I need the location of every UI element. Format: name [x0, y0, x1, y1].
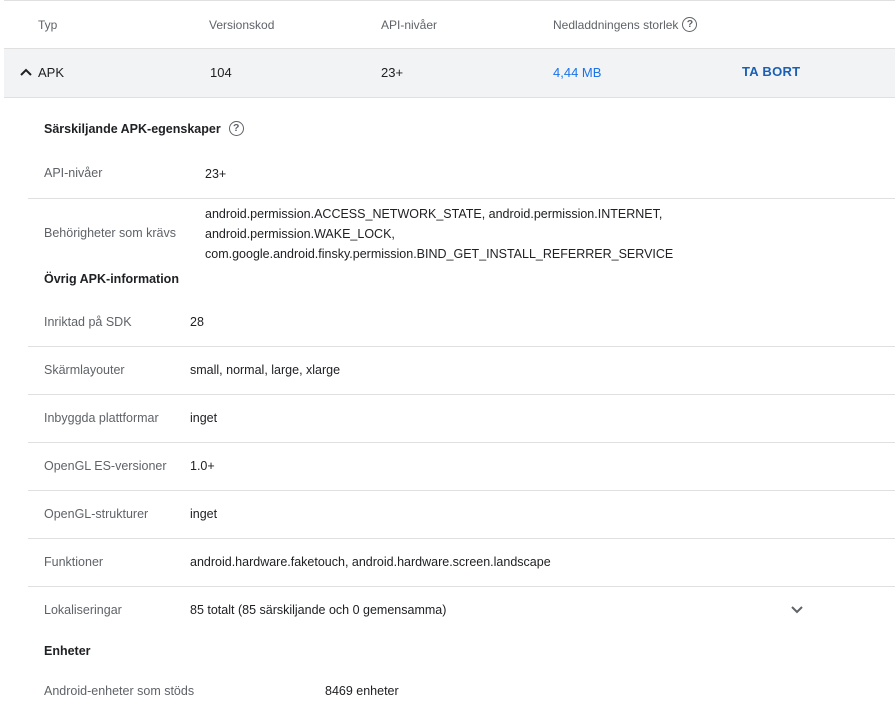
- distinct-api-label: API-nivåer: [44, 166, 103, 180]
- info-label: OpenGL-strukturer: [44, 507, 149, 521]
- distinct-properties-title-text: Särskiljande APK-egenskaper: [44, 122, 221, 136]
- header-api-levels: API-nivåer: [381, 18, 438, 32]
- help-circle-icon[interactable]: ?: [228, 121, 244, 137]
- chevron-down-icon[interactable]: [790, 605, 804, 615]
- info-value: small, normal, large, xlarge: [190, 363, 341, 377]
- chevron-up-icon[interactable]: [19, 67, 33, 77]
- info-row-native-platforms: Inbyggda plattformar inget: [28, 395, 895, 443]
- info-value: 1.0+: [190, 459, 215, 473]
- distinct-row-api: API-nivåer 23+: [28, 150, 895, 199]
- header-version-code: Versionskod: [209, 18, 275, 32]
- apk-row[interactable]: APK 104 23+ 4,44 MB TA BORT: [4, 48, 895, 98]
- info-label: Inriktad på SDK: [44, 315, 132, 329]
- help-circle-icon[interactable]: ?: [682, 17, 698, 33]
- apk-download-size: 4,44 MB: [553, 65, 602, 80]
- devices-title: Enheter: [44, 644, 91, 658]
- permissions-line: com.google.android.finsky.permission.BIN…: [205, 247, 674, 261]
- info-value: inget: [190, 507, 218, 521]
- permissions-line: android.permission.WAKE_LOCK,: [205, 227, 395, 241]
- info-row-localizations[interactable]: Lokaliseringar 85 totalt (85 särskiljand…: [28, 587, 895, 633]
- info-row-features: Funktioner android.hardware.faketouch, a…: [28, 539, 895, 587]
- distinct-api-value: 23+: [205, 167, 227, 181]
- info-label: OpenGL ES-versioner: [44, 459, 167, 473]
- apk-table-header: Typ Versionskod API-nivåer Nedladdningen…: [4, 0, 895, 48]
- header-download-size-label: Nedladdningens storlek: [553, 18, 679, 32]
- apk-version-code: 104: [210, 65, 232, 80]
- devices-row-supported: Android-enheter som stöds 8469 enheter: [28, 670, 895, 714]
- info-row-screen-layouts: Skärmlayouter small, normal, large, xlar…: [28, 347, 895, 395]
- header-download-size: Nedladdningens storlek?: [553, 17, 698, 33]
- info-value: 85 totalt (85 särskiljande och 0 gemensa…: [190, 603, 447, 617]
- info-value: android.hardware.faketouch, android.hard…: [190, 555, 551, 569]
- distinct-row-permissions: Behörigheter som krävs android.permissio…: [28, 199, 895, 263]
- remove-button[interactable]: TA BORT: [742, 64, 800, 79]
- other-info-title: Övrig APK-information: [44, 272, 179, 286]
- info-label: Skärmlayouter: [44, 363, 125, 377]
- info-label: Lokaliseringar: [44, 603, 122, 617]
- permissions-line: android.permission.ACCESS_NETWORK_STATE,…: [205, 207, 663, 221]
- info-row-opengl-es: OpenGL ES-versioner 1.0+: [28, 443, 895, 491]
- permissions-value: android.permission.ACCESS_NETWORK_STATE,…: [205, 204, 673, 264]
- info-label: Inbyggda plattformar: [44, 411, 159, 425]
- apk-api-levels: 23+: [381, 65, 404, 80]
- header-type: Typ: [38, 18, 58, 32]
- info-row-target-sdk: Inriktad på SDK 28: [28, 298, 895, 347]
- info-row-opengl-textures: OpenGL-strukturer inget: [28, 491, 895, 539]
- distinct-properties-title: Särskiljande APK-egenskaper?: [44, 121, 244, 137]
- info-label: Funktioner: [44, 555, 104, 569]
- supported-devices-value: 8469 enheter: [325, 684, 399, 698]
- info-value: inget: [190, 411, 218, 425]
- apk-type: APK: [38, 65, 65, 80]
- supported-devices-label: Android-enheter som stöds: [44, 684, 195, 698]
- info-value: 28: [190, 315, 204, 329]
- permissions-label: Behörigheter som krävs: [44, 226, 177, 240]
